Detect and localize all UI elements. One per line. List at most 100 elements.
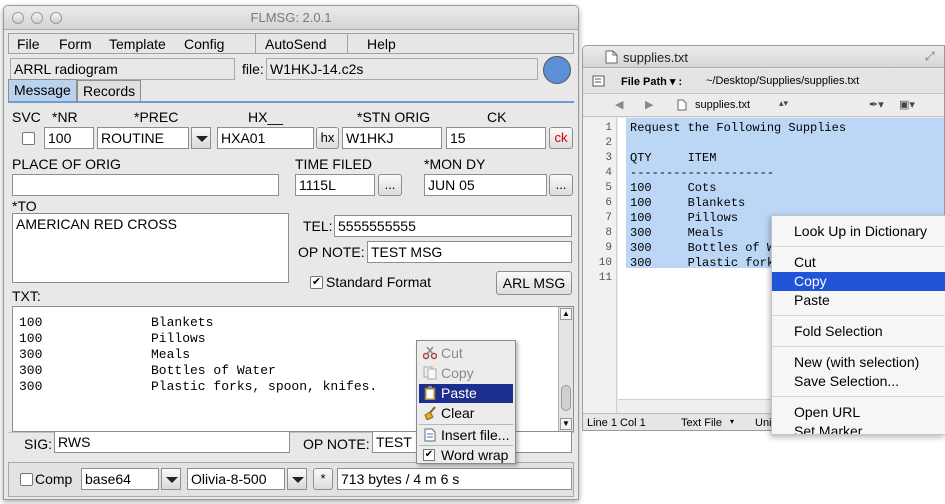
ctx-fold-selection[interactable]: Fold Selection [772, 322, 945, 341]
ctx-copy[interactable]: Copy [772, 272, 945, 291]
marker-icon[interactable]: ✒▾ [869, 98, 884, 111]
ctx-save-selection[interactable]: Save Selection... [772, 372, 945, 391]
back-arrow-icon[interactable]: ◀ [615, 98, 623, 111]
copy-icon [423, 366, 437, 380]
encoding-dropdown-button[interactable] [161, 468, 181, 490]
ctx-insert-file[interactable]: Insert file... [419, 426, 513, 445]
ctx-separator [419, 424, 513, 425]
ck-input[interactable]: 15 [446, 127, 546, 149]
menu-config[interactable]: Config [184, 36, 224, 52]
editor-line: 100 Cots [630, 181, 717, 195]
forward-arrow-icon[interactable]: ▶ [645, 98, 653, 111]
svc-checkbox[interactable] [22, 132, 35, 145]
mon-dy-label: *MON DY [424, 156, 486, 172]
flmsg-window: FLMSG: 2.0.1 File Form Template Config A… [3, 5, 579, 500]
window-title: FLMSG: 2.0.1 [250, 10, 332, 25]
ctx-separator [772, 346, 945, 347]
tel-input[interactable]: 5555555555 [334, 215, 572, 237]
arl-msg-button[interactable]: ARL MSG [496, 271, 572, 295]
txt-line: 300 Plastic forks, spoon, knifes. [19, 379, 378, 394]
ctx-copy[interactable]: Copy [419, 364, 513, 383]
file-mode-chevron-icon: ▾ [730, 417, 735, 426]
to-label: *TO [12, 198, 37, 214]
document-small-icon [677, 99, 687, 111]
cursor-position: Line 1 Col 1 [587, 417, 646, 429]
comp-label: Comp [35, 471, 73, 487]
editor-line: QTY ITEM [630, 151, 717, 165]
prec-input[interactable]: ROUTINE [97, 127, 189, 149]
menu-form[interactable]: Form [59, 36, 92, 52]
ck-label: CK [487, 109, 507, 125]
ctx-word-wrap[interactable]: ✔ Word wrap [419, 446, 513, 465]
place-of-orig-input[interactable] [12, 174, 279, 196]
comp-checkbox[interactable] [20, 473, 33, 486]
sig-input[interactable]: RWS [54, 431, 290, 453]
ctx-paste[interactable]: Paste [772, 291, 945, 310]
document-icon [605, 50, 618, 64]
to-textarea[interactable]: AMERICAN RED CROSS [12, 213, 289, 283]
scroll-down-arrow-icon[interactable]: ▼ [560, 418, 572, 430]
standard-format-label: Standard Format [326, 274, 432, 290]
nr-label: *NR [52, 109, 78, 125]
scroll-thumb[interactable] [561, 385, 571, 411]
mon-dy-input[interactable]: JUN 05 [424, 174, 547, 196]
txt-line: 100 Pillows [19, 331, 206, 346]
menu-template[interactable]: Template [109, 36, 166, 52]
mode-select[interactable]: Olivia-8-500 [187, 468, 285, 490]
editor-tab-name[interactable]: supplies.txt [695, 99, 750, 111]
editor-context-menu: Look Up in Dictionary Cut Copy Paste Fol… [771, 215, 945, 435]
star-button[interactable]: * [313, 468, 333, 490]
prec-label: *PREC [134, 109, 179, 125]
ctx-new-with-selection[interactable]: New (with selection) [772, 353, 945, 372]
prec-dropdown-button[interactable] [191, 127, 211, 149]
sig-label: SIG: [24, 436, 53, 452]
menu-separator [255, 34, 256, 53]
hx-input[interactable]: HXA01 [217, 127, 314, 149]
ctx-cut[interactable]: Cut [419, 344, 513, 363]
file-encoding[interactable]: Uni [755, 417, 772, 429]
ctx-look-up[interactable]: Look Up in Dictionary [772, 222, 945, 241]
time-filed-button[interactable]: ... [378, 174, 402, 196]
ctx-clear[interactable]: Clear [419, 404, 513, 423]
file-path-value: ~/Desktop/Supplies/supplies.txt [706, 75, 860, 87]
word-wrap-checkbox: ✔ [423, 449, 435, 461]
editor-line: 300 Plastic forks [630, 256, 782, 270]
tab-records[interactable]: Records [77, 80, 142, 102]
ck-button[interactable]: ck [549, 127, 573, 149]
mode-dropdown-button[interactable] [287, 468, 307, 490]
ctx-paste[interactable]: Paste [419, 384, 513, 403]
txt-line: 300 Meals [19, 347, 191, 362]
time-filed-input[interactable]: 1115L [295, 174, 375, 196]
mon-dy-button[interactable]: ... [549, 174, 573, 196]
txt-scrollbar[interactable]: ▲ ▼ [558, 307, 573, 431]
supplies-title: supplies.txt [623, 50, 689, 65]
stn-orig-input[interactable]: W1HKJ [342, 127, 442, 149]
op-note-input[interactable]: TEST MSG [367, 241, 572, 263]
menu-file[interactable]: File [17, 36, 40, 52]
txt-context-menu: Cut Copy Paste Clear Insert file... ✔ Wo… [416, 340, 516, 464]
line-number: 2 [605, 137, 612, 149]
tab-underline [8, 101, 574, 103]
line-number: 7 [605, 212, 612, 224]
stn-orig-label: *STN ORIG [357, 109, 431, 125]
panel-icon[interactable]: ▣▾ [899, 98, 915, 111]
menu-help[interactable]: Help [367, 36, 396, 52]
file-path-label[interactable]: File Path ▾ : [621, 75, 682, 88]
tab-message[interactable]: Message [8, 79, 77, 101]
standard-format-checkbox[interactable]: ✔ [310, 276, 323, 289]
hx-button[interactable]: hx [316, 127, 339, 149]
menu-autosend[interactable]: AutoSend [265, 36, 327, 52]
scroll-up-arrow-icon[interactable]: ▲ [560, 308, 572, 320]
broom-icon [423, 406, 437, 421]
encoding-select[interactable]: base64 [81, 468, 159, 490]
scissors-icon [422, 346, 438, 360]
hx-label: HX__ [248, 109, 284, 125]
file-mode[interactable]: Text File [681, 417, 722, 429]
fullscreen-icon[interactable]: ⤢ [925, 49, 935, 64]
menu-bar: File Form Template Config AutoSend Help [8, 33, 574, 54]
ctx-open-url[interactable]: Open URL [772, 403, 945, 422]
ctx-cut[interactable]: Cut [772, 253, 945, 272]
nr-input[interactable]: 100 [44, 127, 94, 149]
ctx-set-marker[interactable]: Set Marker [772, 422, 945, 434]
tab-chevron-icon[interactable]: ▴▾ [779, 98, 788, 109]
